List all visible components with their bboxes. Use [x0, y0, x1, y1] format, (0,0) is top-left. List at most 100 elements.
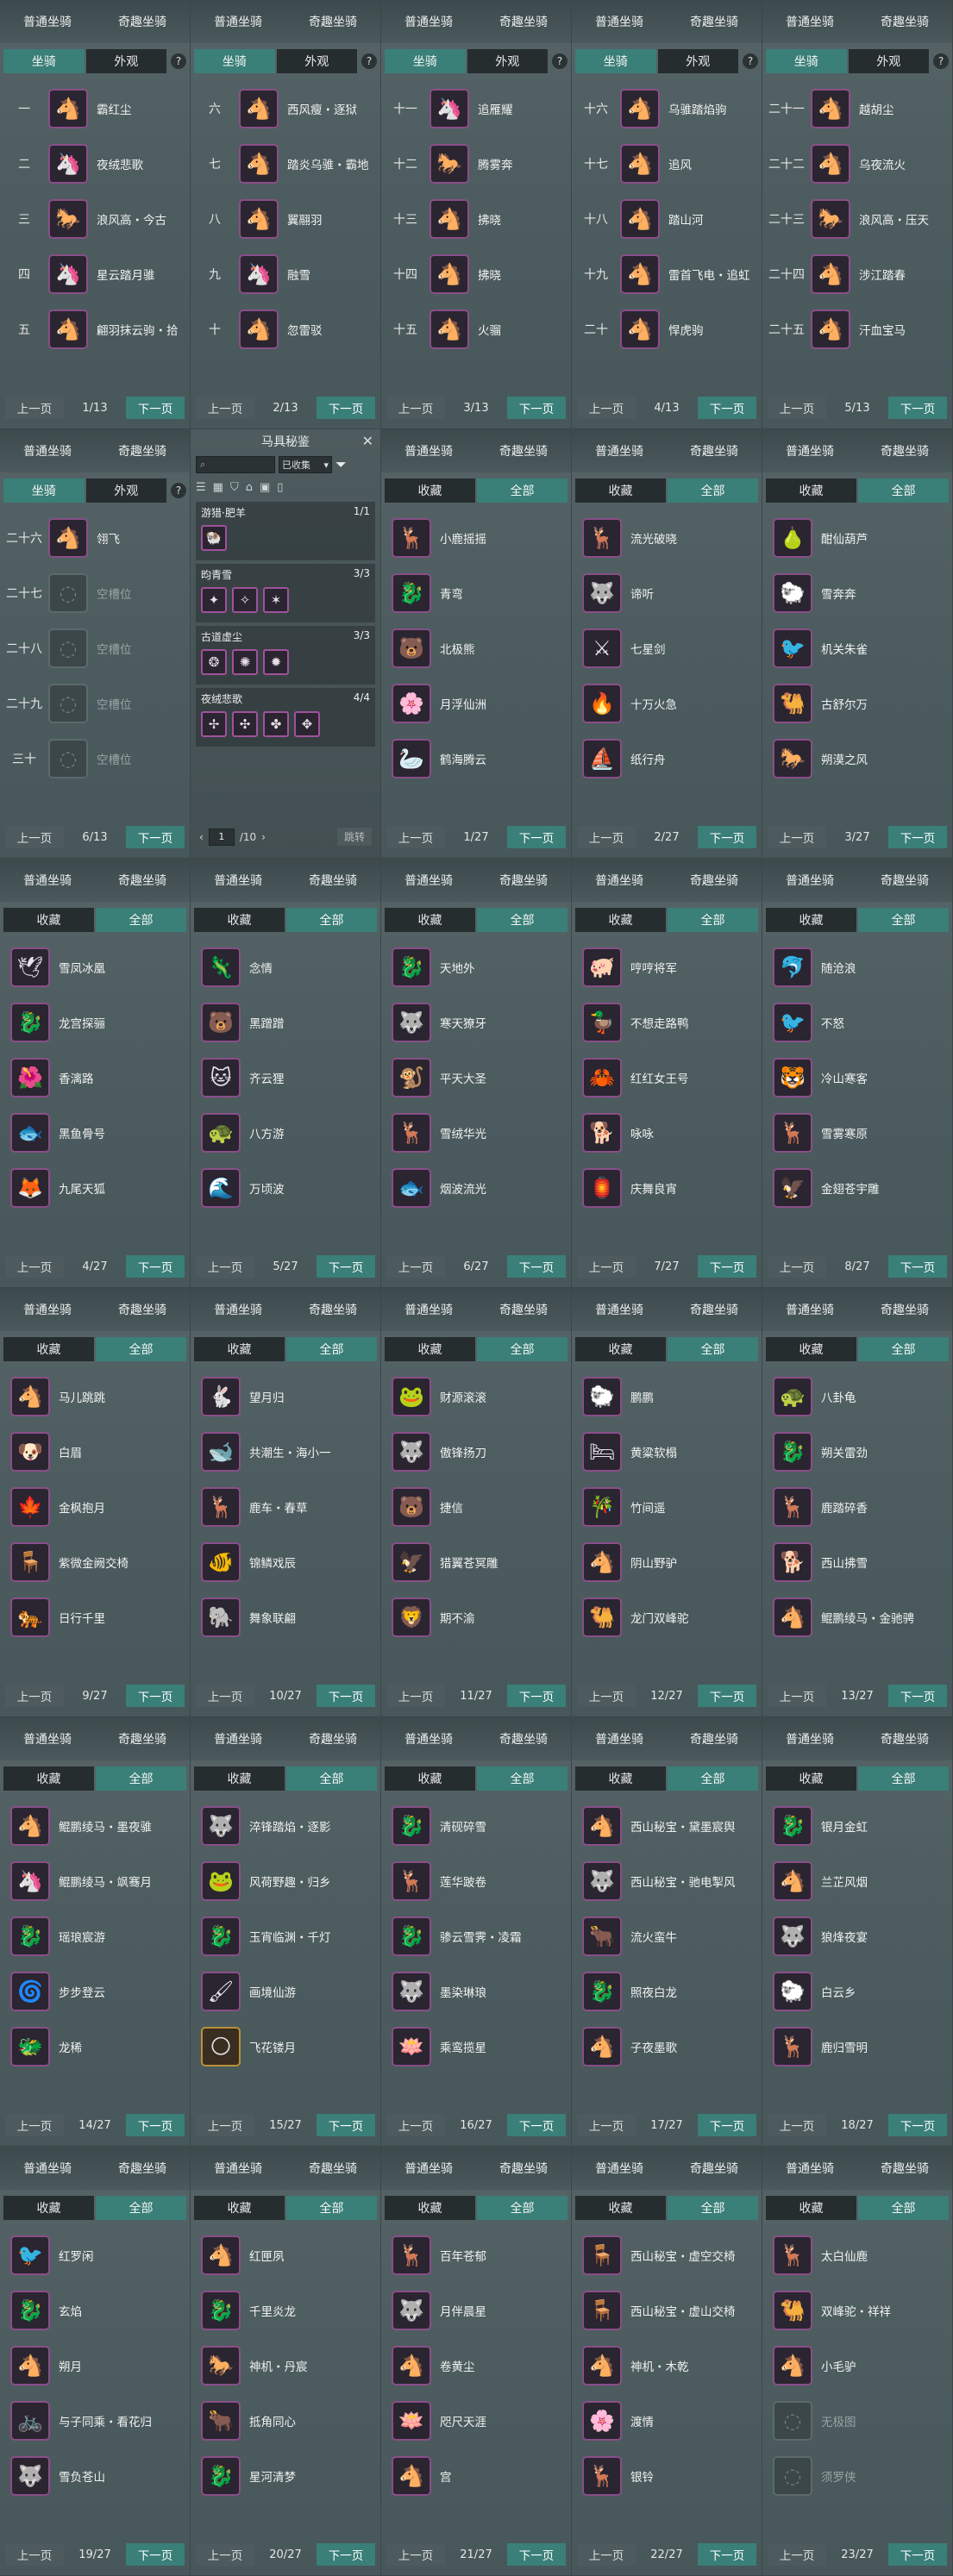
tab-all[interactable]: 全部	[858, 1766, 949, 1791]
tab-all[interactable]: 全部	[477, 2196, 567, 2220]
tab-common-mount[interactable]: 普通坐骑	[18, 2156, 77, 2180]
prev-page-button[interactable]: 上一页	[196, 2114, 254, 2136]
tab-all[interactable]: 全部	[96, 908, 186, 932]
next-page-button[interactable]: 下一页	[698, 1685, 756, 1707]
tab-all[interactable]: 全部	[286, 1337, 377, 1361]
list-item[interactable]: 🦌 百年苍郁	[381, 2228, 571, 2283]
prev-page-button[interactable]: 上一页	[386, 2543, 445, 2566]
tab-common-mount[interactable]: 普通坐骑	[781, 1297, 839, 1322]
list-item[interactable]: 🐱 齐云狸	[191, 1050, 380, 1105]
list-item[interactable]: 🐉 玉宵临渊・千灯	[191, 1909, 380, 1964]
list-item[interactable]: 五 🐴 翩羽抹云驹・拾	[0, 302, 190, 357]
list-item[interactable]: 十四 🐴 拂晓	[381, 247, 571, 302]
next-page-button[interactable]: 下一页	[698, 2543, 756, 2566]
close-icon[interactable]: ✕	[362, 433, 373, 449]
next-page-button[interactable]: 下一页	[126, 2543, 185, 2566]
filter-select[interactable]: 已收集 ▾	[279, 456, 332, 473]
list-item[interactable]: 🐲 龙稀	[0, 2019, 190, 2074]
tab-fun-mount[interactable]: 奇趣坐骑	[304, 1727, 362, 1751]
tab-favorite[interactable]: 收藏	[194, 1337, 285, 1361]
list-item[interactable]: 🐫 古舒尔万	[762, 676, 952, 731]
list-item[interactable]: 🐻 黑蹭蹭	[191, 995, 380, 1050]
category-icon[interactable]: ▯	[277, 481, 283, 497]
tab-common-mount[interactable]: 普通坐骑	[781, 2156, 839, 2180]
list-item[interactable]: 🐖 哼哼将军	[572, 940, 762, 995]
prev-page-button[interactable]: 上一页	[386, 826, 445, 848]
list-item[interactable]: 🐫 龙门双峰驼	[572, 1590, 762, 1645]
list-item[interactable]: 🐉 照夜白龙	[572, 1964, 762, 2019]
tab-all[interactable]: 全部	[477, 908, 567, 932]
prev-page-button[interactable]: 上一页	[5, 397, 64, 419]
next-page-button[interactable]: 下一页	[507, 2543, 566, 2566]
list-item[interactable]: 🐸 财源滚滚	[381, 1369, 571, 1424]
list-item[interactable]: 🐺 月伴晨星	[381, 2283, 571, 2338]
tab-all[interactable]: 全部	[286, 1766, 377, 1791]
prev-page-button[interactable]: 上一页	[768, 2543, 826, 2566]
tab-common-mount[interactable]: 普通坐骑	[590, 2156, 649, 2180]
list-item[interactable]: 🦌 鹿车・春草	[191, 1479, 380, 1535]
prev-page-button[interactable]: 上一页	[577, 397, 636, 419]
help-icon[interactable]: ?	[933, 53, 949, 69]
tab-common-mount[interactable]: 普通坐骑	[781, 9, 839, 34]
tab-mount[interactable]: 坐骑	[3, 478, 85, 503]
tab-common-mount[interactable]: 普通坐骑	[209, 9, 267, 34]
list-item[interactable]: 十二 🐎 腾雾奔	[381, 136, 571, 191]
tab-fun-mount[interactable]: 奇趣坐骑	[685, 439, 743, 463]
list-item[interactable]: 🐑 雪奔奔	[762, 566, 952, 621]
next-page-button[interactable]: 下一页	[888, 826, 947, 848]
tab-all[interactable]: 全部	[858, 478, 949, 503]
list-item[interactable]: 🐒 平天大圣	[381, 1050, 571, 1105]
tab-all[interactable]: 全部	[858, 2196, 949, 2220]
gear-piece-icon[interactable]: 🐏	[201, 525, 227, 551]
list-item[interactable]: 🐴 马儿跳跳	[0, 1369, 190, 1424]
list-item[interactable]: 🐘 舞象联翩	[191, 1590, 380, 1645]
list-item[interactable]: 🐉 龙宫探骊	[0, 995, 190, 1050]
tab-fun-mount[interactable]: 奇趣坐骑	[304, 2156, 362, 2180]
list-item[interactable]: 十九 🐴 雷首飞电・追虹	[572, 247, 762, 302]
list-item[interactable]: 🐂 抵角同心	[191, 2393, 380, 2448]
list-item[interactable]: 🐺 淬锋踏焰・逐影	[191, 1798, 380, 1854]
gear-piece-icon[interactable]: ✧	[232, 587, 258, 613]
next-page-button[interactable]: 下一页	[317, 397, 375, 419]
list-item[interactable]: 🪑 紫微金阙交椅	[0, 1535, 190, 1590]
help-icon[interactable]: ?	[552, 53, 567, 69]
list-item[interactable]: 🐅 日行千里	[0, 1590, 190, 1645]
list-item[interactable]: 🐉 骖云雪霁・凌霜	[381, 1909, 571, 1964]
tab-fun-mount[interactable]: 奇趣坐骑	[113, 439, 172, 463]
gear-piece-icon[interactable]: ✢	[201, 711, 227, 737]
tab-all[interactable]: 全部	[96, 1766, 186, 1791]
list-item[interactable]: 🐢 八方游	[191, 1105, 380, 1160]
tab-favorite[interactable]: 收藏	[385, 2196, 475, 2220]
list-item[interactable]: 🐻 捷信	[381, 1479, 571, 1535]
list-item[interactable]: 二十九 ◌ 空槽位	[0, 676, 190, 731]
list-item[interactable]: 十八 🐴 踏山河	[572, 191, 762, 247]
list-item[interactable]: 🐺 西山秘宝・驰电掣风	[572, 1854, 762, 1909]
tab-common-mount[interactable]: 普通坐骑	[590, 1297, 649, 1322]
list-item[interactable]: 🦢 鹤海腾云	[381, 731, 571, 786]
tab-mount[interactable]: 坐骑	[766, 49, 847, 73]
prev-page-button[interactable]: 上一页	[5, 2114, 64, 2136]
list-item[interactable]: 🦀 红红女王号	[572, 1050, 762, 1105]
tab-appearance[interactable]: 外观	[848, 49, 929, 73]
list-item[interactable]: 🐂 流火蛮牛	[572, 1909, 762, 1964]
tab-common-mount[interactable]: 普通坐骑	[399, 439, 458, 463]
list-item[interactable]: 🐴 宫	[381, 2448, 571, 2504]
prev-page-button[interactable]: 上一页	[386, 1685, 445, 1707]
list-item[interactable]: 🦁 期不渝	[381, 1590, 571, 1645]
next-page-button[interactable]: 下一页	[126, 826, 185, 848]
tab-common-mount[interactable]: 普通坐骑	[209, 2156, 267, 2180]
list-item[interactable]: 🐴 神机・木乾	[572, 2338, 762, 2393]
tab-all[interactable]: 全部	[668, 908, 758, 932]
list-item[interactable]: 🐦 不怒	[762, 995, 952, 1050]
list-item[interactable]: 🏮 庆舞良宵	[572, 1160, 762, 1216]
prev-page-button[interactable]: 上一页	[5, 1685, 64, 1707]
list-item[interactable]: 八 🐴 翼翮羽	[191, 191, 380, 247]
next-page-button[interactable]: 下一页	[888, 2543, 947, 2566]
funnel-icon[interactable]: ⏷	[335, 456, 347, 473]
next-page-button[interactable]: 下一页	[888, 1685, 947, 1707]
list-item[interactable]: 🪷 咫尺天涯	[381, 2393, 571, 2448]
set-item[interactable]: 昀青雪 3/3 ✦ ✧ ✶	[196, 564, 375, 622]
category-icon[interactable]: ▣	[260, 481, 270, 497]
list-item[interactable]: ◌ 无极图	[762, 2393, 952, 2448]
list-item[interactable]: 二十一 🐴 越胡尘	[762, 81, 952, 136]
